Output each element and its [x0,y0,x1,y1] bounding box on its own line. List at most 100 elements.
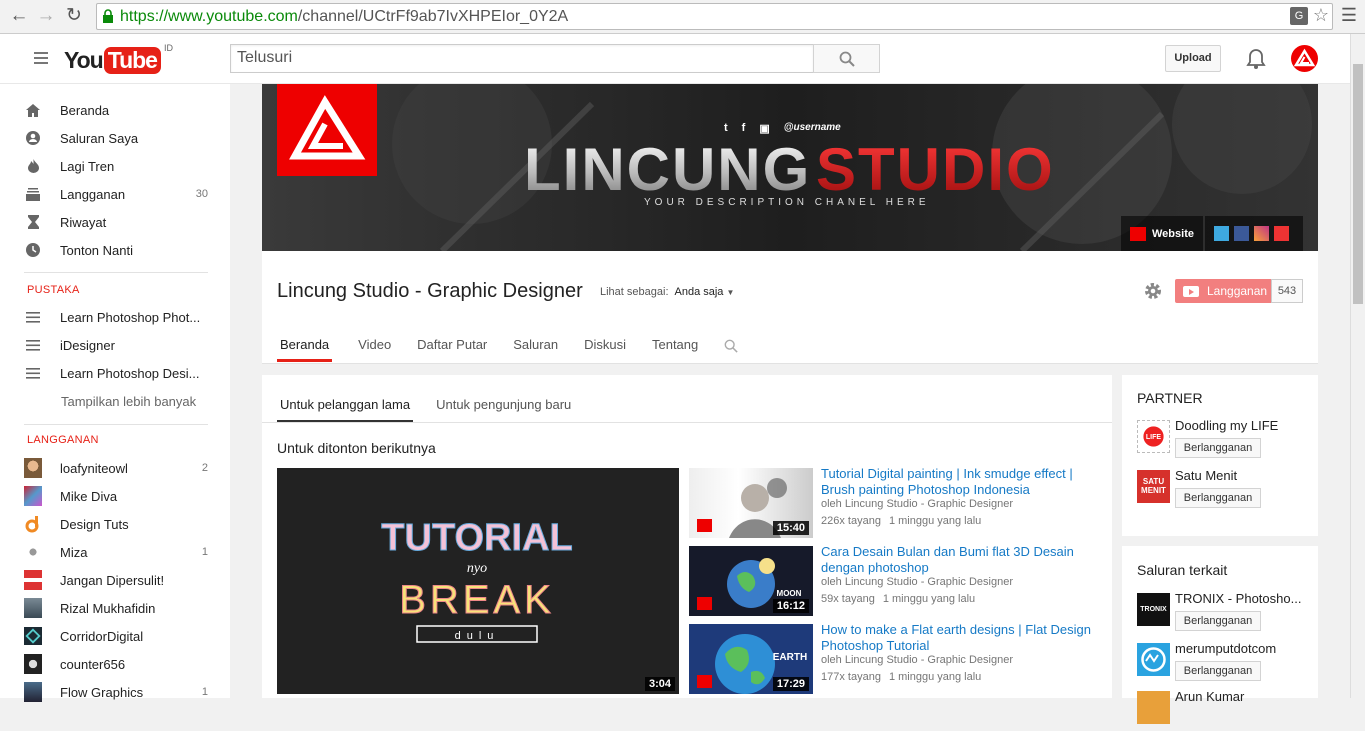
instagram-link-icon[interactable] [1254,226,1269,241]
notification-bell-icon[interactable] [1246,48,1266,70]
subscription-item[interactable]: Jangan Dipersulit! [24,567,208,593]
featured-video[interactable]: TUTORIAL nyo BREAK dulu 3:04 [277,468,679,694]
website-link-label: Website [1152,227,1194,240]
show-more-link[interactable]: Tampilkan lebih banyak [61,388,211,414]
facebook-link-icon[interactable] [1234,226,1249,241]
reload-icon[interactable]: ↻ [63,5,85,27]
clock-icon [24,241,42,259]
guide-item-my-channel[interactable]: Saluran Saya [24,125,208,151]
partner-name[interactable]: Satu Menit [1175,468,1305,483]
subtab-returning-subscribers[interactable]: Untuk pelanggan lama [277,397,414,422]
show-more-label: Tampilkan lebih banyak [61,393,197,409]
channel-search-icon[interactable] [724,339,738,353]
page-scrollbar[interactable] [1350,34,1365,698]
account-avatar[interactable] [1291,45,1318,72]
video-title[interactable]: Cara Desain Bulan dan Bumi flat 3D Desai… [821,544,1101,576]
playlist-item[interactable]: Learn Photoshop Phot... [24,304,208,330]
subtab-new-visitors[interactable]: Untuk pengunjung baru [433,397,574,422]
studio-logo-icon [289,95,366,160]
channel-banner: t f ▣ @username LINCUNG STUDIO YOUR DESCRIP… [262,84,1318,251]
guide-item-trending[interactable]: Lagi Tren [24,153,208,179]
scrollbar-thumb[interactable] [1353,64,1363,304]
video-title[interactable]: How to make a Flat earth designs | Flat … [821,622,1101,654]
video-thumbnail[interactable]: MOON 16:12 [689,546,813,616]
related-avatar[interactable] [1137,643,1170,676]
twitter-link-icon[interactable] [1214,226,1229,241]
guide-menu-icon[interactable] [34,52,48,64]
partner-name[interactable]: Doodling my LIFE [1175,418,1305,433]
playlist-item[interactable]: iDesigner [24,332,208,358]
guide-item-label: Lagi Tren [60,158,115,174]
guide-divider [24,272,208,273]
related-name[interactable]: merumputdotcom [1175,641,1305,656]
related-name[interactable]: Arun Kumar [1175,689,1305,704]
video-channel[interactable]: oleh Lincung Studio - Graphic Designer [821,654,1013,666]
subscribe-related-button[interactable]: Berlangganan [1175,661,1261,681]
video-thumbnail[interactable]: EARTH 17:29 [689,624,813,694]
search-button[interactable] [813,44,880,73]
studio-logo-icon [1293,48,1316,67]
website-link[interactable]: Website [1121,216,1203,251]
gear-icon[interactable] [1143,281,1163,301]
subscribe-button[interactable]: Langganan [1175,279,1271,303]
tumblr-link-icon[interactable] [1274,226,1289,241]
video-channel[interactable]: oleh Lincung Studio - Graphic Designer [821,576,1013,588]
youtube-logo[interactable]: You Tube ID [64,43,173,75]
search-input[interactable]: Telusuri [230,44,814,73]
video-thumbnail[interactable]: 15:40 [689,468,813,538]
video-title[interactable]: Tutorial Digital painting | Ink smudge e… [821,466,1101,498]
related-avatar[interactable]: TRONIX [1137,593,1170,626]
playlist-label: iDesigner [60,337,115,353]
guide-item-history[interactable]: Riwayat [24,209,208,235]
hourglass-icon [24,213,42,231]
channel-avatar [24,486,42,506]
subscription-item[interactable]: loafyniteowl 2 [24,455,208,481]
tab-playlists[interactable]: Daftar Putar [417,337,487,362]
related-item: merumputdotcom Berlangganan [1137,641,1312,683]
upload-button[interactable]: Upload [1165,45,1221,72]
guide-item-watch-later[interactable]: Tonton Nanti [24,237,208,263]
video-item[interactable]: EARTH 17:29 How to make a Flat earth des… [689,622,1109,696]
subscription-label: Jangan Dipersulit! [60,572,165,588]
related-name[interactable]: TRONIX - Photosho... [1175,591,1305,606]
browser-menu-icon[interactable]: ☰ [1341,5,1357,26]
guide-item-subscriptions[interactable]: Langganan 30 [24,181,208,207]
partner-avatar[interactable]: LIFE [1137,420,1170,453]
related-avatar[interactable] [1137,691,1170,724]
subscription-item[interactable]: Flow Graphics 1 [24,679,208,705]
playlist-item[interactable]: Learn Photoshop Desi... [24,360,208,386]
subscribe-related-button[interactable]: Berlangganan [1175,611,1261,631]
subscription-item[interactable]: Design Tuts [24,511,208,537]
subscription-item[interactable]: CorridorDigital [24,623,208,649]
playlist-label: Learn Photoshop Phot... [60,309,201,325]
subscription-item[interactable]: Mike Diva [24,483,208,509]
partner-avatar[interactable]: SATU MENIT [1137,470,1170,503]
subscribe-partner-button[interactable]: Berlangganan [1175,438,1261,458]
back-icon[interactable]: ← [8,5,30,27]
address-bar[interactable]: https://www.youtube.com/channel/UCtrFf9a… [96,3,1333,30]
home-icon [24,101,42,119]
tab-about[interactable]: Tentang [652,337,698,362]
bookmark-star-icon[interactable]: ☆ [1313,5,1329,26]
video-item[interactable]: MOON 16:12 Cara Desain Bulan dan Bumi fl… [689,544,1109,618]
subscription-item[interactable]: counter656 [24,651,208,677]
svg-text:dulu: dulu [455,630,500,642]
guide-item-label: Saluran Saya [60,130,139,146]
tab-videos[interactable]: Video [358,337,391,362]
tab-home[interactable]: Beranda [277,337,333,362]
translate-icon[interactable]: G [1290,7,1308,25]
subscription-count: 1 [201,686,208,698]
subscription-item[interactable]: Miza 1 [24,539,208,565]
library-heading: PUSTAKA [27,284,80,296]
tab-channels[interactable]: Saluran [513,337,558,362]
logo-you-text: You [64,46,104,73]
video-item[interactable]: 15:40 Tutorial Digital painting | Ink sm… [689,466,1109,540]
forward-icon[interactable]: → [35,5,57,27]
video-channel[interactable]: oleh Lincung Studio - Graphic Designer [821,498,1013,510]
subscription-item[interactable]: Rizal Mukhafidin [24,595,208,621]
view-as-selector[interactable]: Lihat sebagai: Anda saja ▼ [600,286,734,298]
guide-item-home[interactable]: Beranda [24,97,208,123]
channel-watermark-icon [697,675,712,688]
subscribe-partner-button[interactable]: Berlangganan [1175,488,1261,508]
tab-discussion[interactable]: Diskusi [584,337,626,362]
